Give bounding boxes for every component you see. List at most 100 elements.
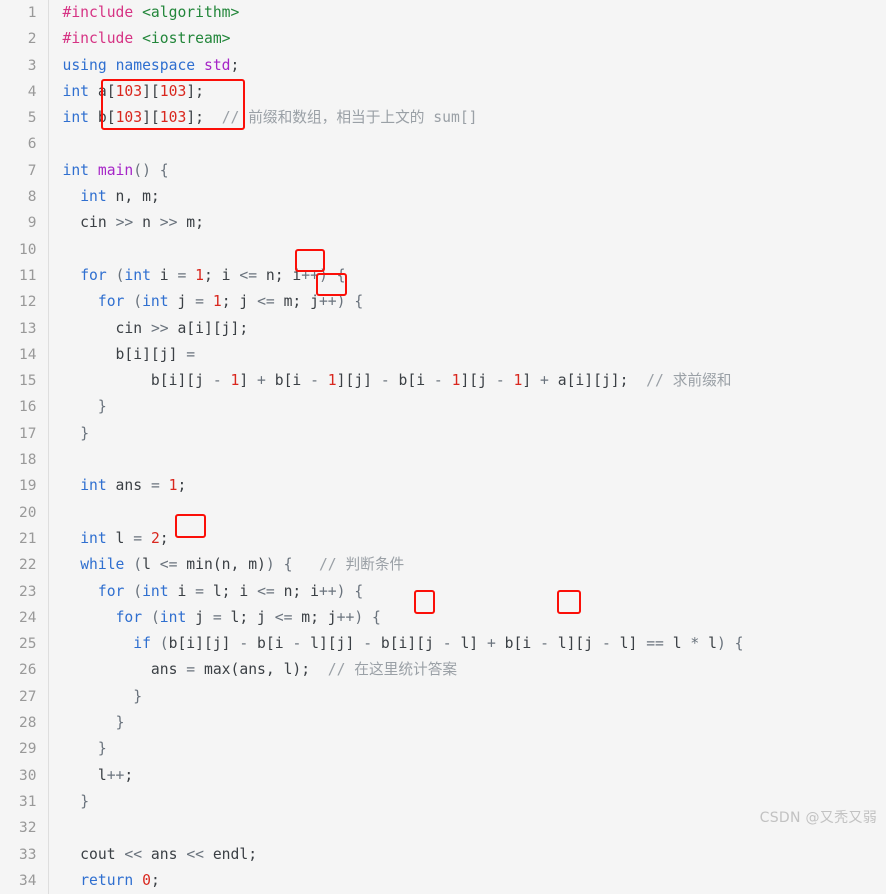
code-text[interactable]: } [48,684,886,710]
code-text[interactable]: } [48,710,886,736]
token-pl: a[i][j]; [548,372,647,390]
code-text[interactable] [48,131,886,157]
code-text[interactable]: #include <iostream> [48,26,886,52]
token-op: } [115,714,125,732]
code-text[interactable]: for (int i = 1; i <= n; i++) { [48,263,886,289]
token-num: 1 [212,293,222,311]
code-text[interactable]: ans = max(ans, l); // 在这里统计答案 [48,657,886,683]
line-number: 29 [0,736,49,763]
token-op: <= [257,582,275,600]
code-text[interactable]: int ans = 1; [48,473,886,499]
token-pl: ; [150,871,160,889]
token-fn: std [204,56,231,74]
code-text[interactable] [48,447,886,473]
token-op: - [495,372,505,390]
code-text[interactable] [48,500,886,526]
token-pl: b[i [389,372,434,390]
token-op: <= [239,266,258,284]
token-pl: j [186,608,213,626]
code-text[interactable] [48,237,886,263]
code-text[interactable]: int b[103][103]; // 前缀和数组，相当于上文的 sum[] [48,105,886,131]
code-text[interactable]: } [48,421,886,447]
token-pl: b[i][j] [168,635,240,653]
code-line: 30 l++; [0,762,886,789]
code-text[interactable]: int l = 2; [48,526,886,552]
token-pl: n, m; [106,188,160,206]
token-pl: j [168,293,196,311]
code-line: 14 b[i][j] = [0,341,886,369]
code-text[interactable]: return 0; [48,868,886,894]
code-text[interactable]: } [48,736,886,762]
token-pl: l] [451,635,487,653]
code-line: 13 cin >> a[i][j]; [0,315,886,342]
code-text[interactable]: #include <algorithm> [48,0,886,26]
code-text[interactable]: if (b[i][j] - b[i - l][j] - b[i][j - l] … [48,631,886,657]
token-op: <= [274,608,293,626]
line-number: 9 [0,210,49,237]
code-text[interactable]: cin >> n >> m; [48,210,886,236]
code-text[interactable]: while (l <= min(n, m)) { // 判断条件 [48,552,886,578]
code-text[interactable]: b[i][j - 1] + b[i - 1][j] - b[i - 1][j -… [48,368,886,394]
token-op: - [442,635,452,653]
code-text[interactable]: for (int j = 1; j <= m; j++) { [48,289,886,315]
token-op: { [354,293,364,311]
token-pl: ][j] [336,372,381,390]
line-number: 31 [0,788,49,816]
token-kw: for [97,293,125,311]
code-text[interactable]: } [48,394,886,420]
code-text[interactable]: cin >> a[i][j]; [48,316,886,342]
token-op: + [540,372,549,390]
code-line: 7 int main() { [0,157,886,185]
token-op: = [150,477,160,495]
token-kw: namespace [115,56,196,74]
code-text[interactable]: int n, m; [48,184,886,210]
token-op: = [186,661,196,679]
code-line: 33 cout << ans << endl; [0,841,886,868]
code-text[interactable]: for (int j = l; j <= m; j++) { [48,605,886,631]
code-text[interactable]: l++; [48,763,886,789]
code-text[interactable]: cout << ans << endl; [48,842,886,868]
token-pl: ; [159,529,169,547]
token-pl: l] [610,635,647,653]
token-kw: return [80,871,134,889]
token-pl: l [106,529,134,547]
token-pl: ]; [186,109,222,127]
code-line: 17 } [0,420,886,448]
token-op: ++ [318,293,337,311]
token-num: 1 [327,372,337,390]
token-str: <iostream> [142,30,231,48]
token-pl: m; j [274,293,319,311]
code-line: 21 int l = 2; [0,525,886,553]
token-op: = [177,266,187,284]
token-pl: ans [106,477,151,495]
token-op: - [239,635,249,653]
code-text[interactable]: int main() { [48,158,886,184]
code-line: 28 } [0,710,886,737]
line-number: 32 [0,815,49,842]
token-op: - [540,635,549,653]
code-line: 9 cin >> n >> m; [0,210,886,237]
token-op: ( [159,635,169,653]
code-text[interactable]: int a[103][103]; [48,79,886,105]
code-text[interactable]: for (int i = l; i <= n; i++) { [48,579,886,605]
code-text[interactable]: using namespace std; [48,53,886,79]
line-number: 8 [0,184,49,211]
code-text[interactable]: b[i][j] = [48,342,886,368]
token-pl: ] [239,372,258,390]
code-line: 10 [0,236,886,263]
token-op: ) [716,635,726,653]
line-number: 10 [0,236,49,263]
